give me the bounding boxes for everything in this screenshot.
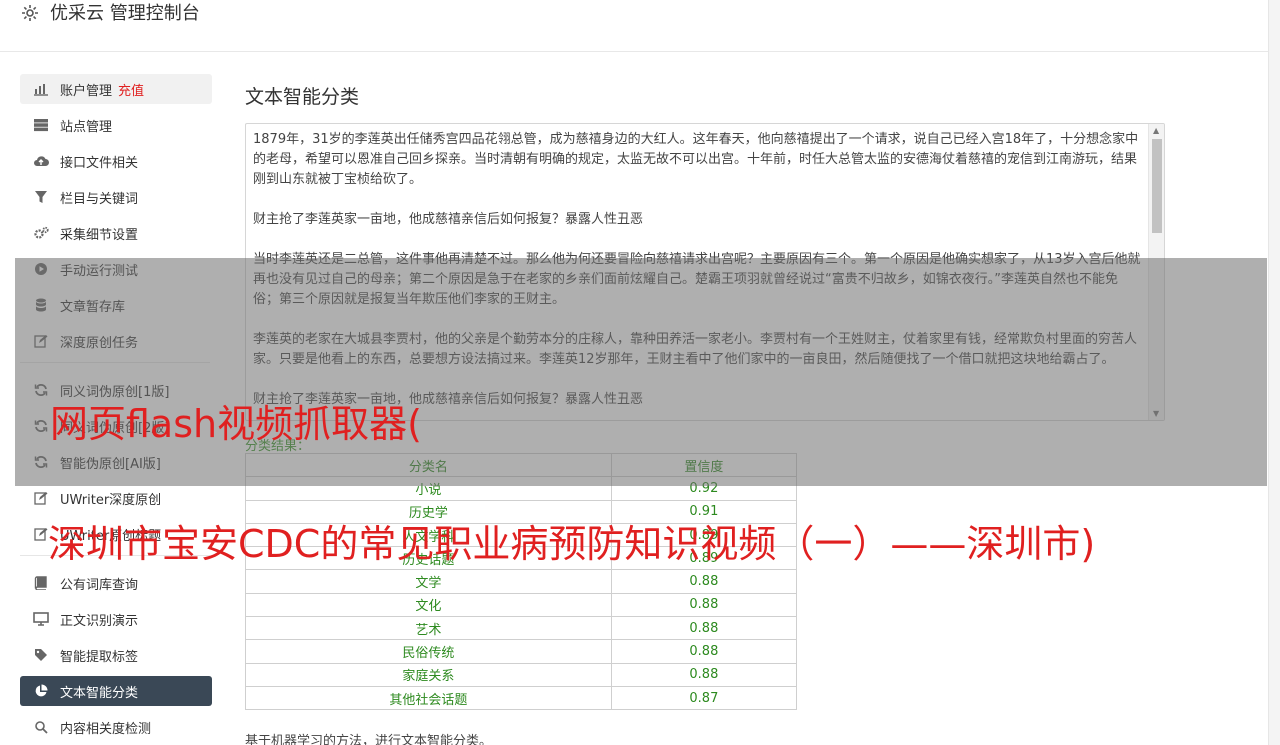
sidebar-item-collect-settings[interactable]: 采集细节设置	[20, 218, 212, 248]
category-cell: 家庭关系	[245, 662, 612, 687]
text-paragraph: 李莲英的老家在大城县李贾村，他的父亲是个勤劳本分的庄稼人，靠种田养活一家老小。李…	[253, 332, 1138, 367]
sidebar-item-label: 公有词库查询	[60, 577, 139, 593]
sidebar-item-label: 正文识别演示	[60, 613, 139, 629]
sidebar-item-relevance-check[interactable]: 内容相关度检测	[20, 712, 212, 742]
textarea-scrollbar[interactable]: ▲ ▼	[1148, 124, 1164, 420]
bar-chart-icon	[32, 80, 50, 98]
table-row: 小说 0.92	[245, 476, 798, 501]
scroll-up-icon[interactable]: ▲	[1153, 126, 1159, 135]
page-scrollbar[interactable]	[1268, 0, 1280, 745]
confidence-cell: 0.88	[610, 662, 798, 687]
column-header: 分类名	[245, 452, 612, 478]
sidebar-item-article-store[interactable]: 文章暂存库	[20, 290, 212, 320]
category-cell: 文化	[245, 592, 612, 618]
result-table: 分类名 置信度 小说 0.92 历史学 0.91 人文学科 0.89 历史话题 0.89…	[245, 452, 798, 711]
sidebar-item-label: 采集细节设置	[60, 227, 139, 243]
confidence-cell: 0.92	[610, 476, 798, 501]
sidebar-item-label: UWriter深度原创	[60, 492, 162, 508]
text-paragraph: 1879年，31岁的李莲英出任储秀宫四品花翎总管，成为慈禧身边的大红人。这年春天…	[253, 132, 1139, 187]
cloud-upload-icon	[32, 152, 50, 170]
overlay-headline: 网页flash视频抓取器(	[50, 402, 422, 446]
book-icon	[32, 574, 50, 592]
text-paragraph: 当时李莲英还是二总管，这件事他再清楚不过。那么他为何还要冒险向慈禧请求出宫呢？主…	[253, 252, 1141, 307]
table-row: 家庭关系 0.88	[245, 662, 798, 687]
textarea-content: 1879年，31岁的李莲英出任储秀宫四品花翎总管，成为慈禧身边的大红人。这年春天…	[253, 130, 1142, 420]
database-icon	[32, 296, 50, 314]
sidebar-item-extract-tags[interactable]: 智能提取标签	[20, 640, 212, 670]
sidebar-item-label: 站点管理	[60, 119, 113, 135]
category-cell: 其他社会话题	[245, 685, 612, 711]
sidebar-item-text-classify[interactable]: 文本智能分类	[20, 676, 212, 706]
category-cell: 小说	[245, 476, 612, 501]
sidebar-divider	[20, 362, 210, 363]
app-title: 优采云 管理控制台	[50, 3, 200, 24]
confidence-cell: 0.88	[610, 592, 798, 618]
method-footnote: 基于机器学习的方法，进行文本智能分类。	[245, 734, 493, 745]
sidebar-item-label: 深度原创任务	[60, 335, 139, 351]
confidence-cell: 0.87	[610, 685, 798, 711]
page-title: 文本智能分类	[245, 86, 360, 108]
sidebar-item-label: 账户管理	[60, 83, 113, 99]
edit-icon	[32, 332, 50, 350]
table-row: 其他社会话题 0.87	[245, 685, 798, 711]
sidebar-item-label: 手动运行测试	[60, 263, 139, 279]
sidebar-item-label: 文本智能分类	[60, 685, 139, 701]
column-header: 置信度	[610, 452, 798, 478]
table-row: 民俗传统 0.88	[245, 639, 798, 664]
gears-icon	[32, 224, 50, 242]
table-row: 艺术 0.88	[245, 616, 798, 641]
sidebar-item-public-dict[interactable]: 公有词库查询	[20, 568, 212, 598]
sidebar-item-label: 同义词伪原创[1版]	[60, 384, 170, 400]
scroll-down-icon[interactable]: ▼	[1153, 409, 1159, 418]
search-icon	[32, 718, 50, 736]
monitor-icon	[32, 610, 50, 628]
text-paragraph: 财主抢了李莲英家一亩地，他成慈禧亲信后如何报复？暴露人性丑恶	[253, 212, 644, 227]
filter-icon	[32, 188, 50, 206]
top-bar: 优采云 管理控制台	[0, 0, 1268, 52]
category-cell: 民俗传统	[245, 639, 612, 664]
recharge-badge[interactable]: 充值	[118, 80, 144, 99]
pie-chart-icon	[32, 682, 50, 700]
confidence-cell: 0.88	[610, 569, 798, 594]
sidebar-item-account[interactable]: 账户管理 充值	[20, 74, 212, 104]
refresh-icon	[32, 453, 50, 471]
sidebar-item-columns-keywords[interactable]: 栏目与关键词	[20, 182, 212, 212]
refresh-icon	[32, 381, 50, 399]
confidence-cell: 0.88	[610, 639, 798, 664]
sidebar-item-body-recognition[interactable]: 正文识别演示	[20, 604, 212, 634]
sidebar-item-ai-rewrite[interactable]: 智能伪原创[AI版]	[20, 447, 212, 477]
edit-icon	[32, 489, 50, 507]
sidebar-item-label: 内容相关度检测	[60, 721, 152, 737]
confidence-cell: 0.88	[610, 616, 798, 641]
sidebar-item-api-files[interactable]: 接口文件相关	[20, 146, 212, 176]
sidebar-item-label: 智能伪原创[AI版]	[60, 456, 161, 472]
play-icon	[32, 260, 50, 278]
overlay-subheadline: 深圳市宝安CDC的常见职业病预防知识视频（一）——深圳市)	[48, 522, 1096, 566]
server-icon	[32, 116, 50, 134]
sidebar-item-label: 栏目与关键词	[60, 191, 139, 207]
input-textarea[interactable]: 1879年，31岁的李莲英出任储秀宫四品花翎总管，成为慈禧身边的大红人。这年春天…	[245, 123, 1165, 421]
sidebar-item-label: 文章暂存库	[60, 299, 126, 315]
category-cell: 艺术	[245, 616, 612, 641]
scrollbar-thumb[interactable]	[1152, 139, 1162, 233]
sidebar-item-deep-original[interactable]: 深度原创任务	[20, 326, 212, 356]
sidebar-item-sites[interactable]: 站点管理	[20, 110, 212, 140]
refresh-icon	[32, 417, 50, 435]
sidebar-item-label: 智能提取标签	[60, 649, 139, 665]
table-header-row: 分类名 置信度	[245, 452, 798, 478]
sidebar-item-manual-run[interactable]: 手动运行测试	[20, 254, 212, 284]
table-row: 文化 0.88	[245, 592, 798, 618]
category-cell: 文学	[245, 569, 612, 594]
gear-icon	[20, 3, 40, 23]
table-row: 文学 0.88	[245, 569, 798, 594]
sidebar-item-label: 接口文件相关	[60, 155, 139, 171]
tag-icon	[32, 646, 50, 664]
sidebar-item-uwriter-deep[interactable]: UWriter深度原创	[20, 483, 212, 513]
